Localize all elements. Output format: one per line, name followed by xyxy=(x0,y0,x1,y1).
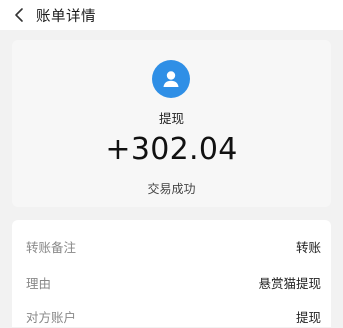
transaction-summary-card: 提现 +302.04 交易成功 xyxy=(12,40,331,207)
top-bar: 账单详情 xyxy=(0,0,343,30)
avatar xyxy=(152,60,190,98)
detail-label: 对方账户 xyxy=(26,309,77,325)
detail-value: 转账 xyxy=(295,239,321,255)
details-panel: 转账备注 转账 理由 悬赏猫提现 对方账户 提现 xyxy=(12,220,331,327)
detail-row-counterparty: 对方账户 提现 xyxy=(26,304,321,328)
detail-row-reason: 理由 悬赏猫提现 xyxy=(26,270,321,294)
detail-label: 理由 xyxy=(26,275,52,291)
transaction-status: 交易成功 xyxy=(147,182,196,196)
detail-value: 悬赏猫提现 xyxy=(258,275,321,291)
transaction-type: 提现 xyxy=(158,111,184,126)
detail-row-remark: 转账备注 转账 xyxy=(26,234,321,258)
user-icon xyxy=(163,71,179,87)
transaction-amount: +302.04 xyxy=(105,132,238,167)
detail-label: 转账备注 xyxy=(26,239,77,255)
back-button[interactable] xyxy=(2,0,36,30)
page-title: 账单详情 xyxy=(36,8,96,25)
detail-value: 提现 xyxy=(295,309,321,325)
chevron-left-icon xyxy=(15,8,23,22)
